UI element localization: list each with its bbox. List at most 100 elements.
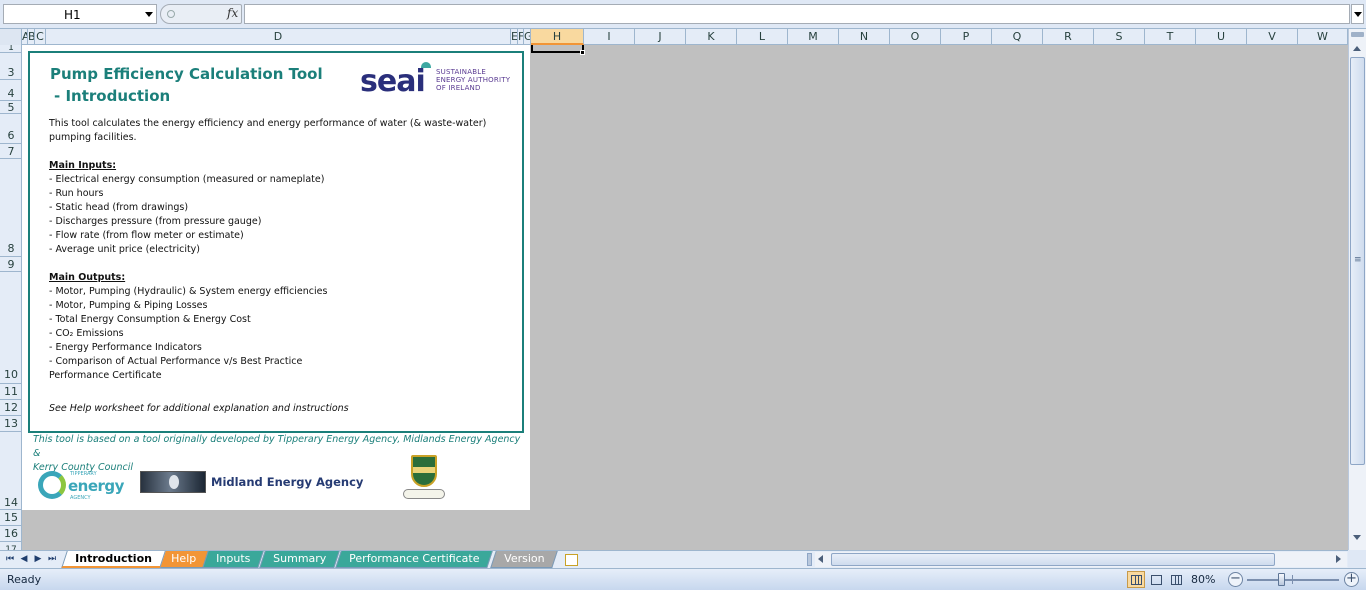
seai-sub-line: OF IRELAND — [436, 84, 481, 92]
column-header-i[interactable]: I — [584, 29, 635, 45]
input-item: - Run hours — [49, 188, 104, 199]
scroll-left-icon[interactable] — [815, 552, 828, 567]
column-header-h[interactable]: H — [531, 29, 584, 45]
row-header[interactable]: 11 — [0, 384, 21, 400]
expand-formula-bar-button[interactable] — [1351, 4, 1364, 24]
row-header[interactable]: 6 — [0, 114, 21, 144]
tab-label: Introduction — [75, 552, 152, 565]
tab-label: Summary — [273, 552, 327, 565]
column-header-s[interactable]: S — [1094, 29, 1145, 45]
zoom-in-button[interactable]: + — [1344, 572, 1359, 587]
tipperary-logo-agency: AGENCY — [70, 495, 91, 501]
zoom-level[interactable]: 80% — [1191, 573, 1215, 586]
column-header-g[interactable]: G — [524, 29, 531, 45]
column-header-p[interactable]: P — [941, 29, 992, 45]
column-header-r[interactable]: R — [1043, 29, 1094, 45]
vertical-scrollbar[interactable] — [1348, 29, 1366, 550]
insert-function-icon[interactable]: fx — [227, 6, 238, 20]
row-header[interactable]: 3 — [0, 53, 21, 80]
previous-sheet-icon[interactable]: ◀ — [18, 553, 30, 566]
row-header[interactable]: 4 — [0, 80, 21, 101]
column-header-d[interactable]: D — [46, 29, 511, 45]
page-layout-icon — [1151, 575, 1162, 585]
row-header[interactable]: 15 — [0, 510, 21, 526]
worksheet-grid[interactable]: Pump Efficiency Calculation Tool - Intro… — [22, 45, 1348, 550]
row-header[interactable]: 13 — [0, 416, 21, 432]
column-header-n[interactable]: N — [839, 29, 890, 45]
row-header[interactable]: 9 — [0, 257, 21, 272]
input-item: - Static head (from drawings) — [49, 202, 189, 213]
scroll-down-icon[interactable] — [1351, 531, 1364, 545]
output-item: - Comparison of Actual Performance v/s B… — [49, 356, 303, 367]
column-header-e[interactable]: E — [511, 29, 518, 45]
formula-bar: H1 fx — [0, 0, 1366, 29]
vertical-scroll-thumb[interactable] — [1350, 57, 1365, 465]
row-header[interactable]: 5 — [0, 101, 21, 114]
column-header-m[interactable]: M — [788, 29, 839, 45]
row-header[interactable]: 8 — [0, 159, 21, 257]
resize-grip-icon[interactable] — [167, 10, 175, 18]
midland-energy-agency-name: Midland Energy Agency — [211, 475, 364, 489]
fill-handle[interactable] — [580, 50, 585, 55]
intro-panel: Pump Efficiency Calculation Tool - Intro… — [28, 51, 524, 433]
tab-label: Performance Certificate — [349, 552, 480, 565]
row-header[interactable]: 17 — [0, 542, 21, 550]
column-header-l[interactable]: L — [737, 29, 788, 45]
tab-version[interactable]: Version — [490, 551, 559, 568]
output-item: Performance Certificate — [49, 370, 162, 381]
scroll-up-icon[interactable] — [1351, 41, 1364, 55]
tab-inputs[interactable]: Inputs — [202, 551, 264, 568]
normal-view-button[interactable] — [1127, 571, 1145, 588]
page-layout-view-button[interactable] — [1147, 571, 1165, 588]
scroll-right-icon[interactable] — [1332, 552, 1345, 567]
row-header[interactable]: 16 — [0, 526, 21, 542]
column-header-q[interactable]: Q — [992, 29, 1043, 45]
zoom-slider-thumb[interactable] — [1278, 573, 1285, 586]
page-break-preview-button[interactable] — [1167, 571, 1185, 588]
row-header[interactable]: 14 — [0, 432, 21, 510]
column-header-o[interactable]: O — [890, 29, 941, 45]
output-item: - Energy Performance Indicators — [49, 342, 202, 353]
tipperary-swirl-icon — [38, 471, 66, 499]
row-header[interactable]: 7 — [0, 144, 21, 159]
row-header[interactable]: 12 — [0, 400, 21, 416]
column-header-j[interactable]: J — [635, 29, 686, 45]
column-header-b[interactable]: B — [28, 29, 35, 45]
tipperary-energy-agency-logo: TIPPERARY energy AGENCY — [38, 469, 124, 503]
row-header[interactable]: 1 — [0, 45, 21, 53]
intro-sheet-area: Pump Efficiency Calculation Tool - Intro… — [22, 45, 530, 510]
column-header-c[interactable]: C — [35, 29, 46, 45]
tab-performance-certificate[interactable]: Performance Certificate — [335, 551, 494, 568]
insert-worksheet-icon[interactable] — [560, 552, 582, 567]
column-header-v[interactable]: V — [1247, 29, 1298, 45]
tab-label: Help — [171, 552, 197, 565]
column-headers: A B C D E F G H I J K L M N O P Q R S T … — [0, 29, 1348, 45]
tab-introduction[interactable]: Introduction — [61, 551, 166, 568]
name-box-dropdown-icon[interactable] — [145, 12, 153, 17]
last-sheet-icon[interactable]: ⏭ — [46, 553, 58, 566]
zoom-out-button[interactable]: − — [1228, 572, 1243, 587]
tab-summary[interactable]: Summary — [259, 551, 340, 568]
select-all-corner[interactable] — [0, 29, 22, 45]
horizontal-scroll-thumb[interactable] — [831, 553, 1275, 566]
seai-sub-line: SUSTAINABLE — [436, 68, 486, 76]
seai-sub-line: ENERGY AUTHORITY — [436, 76, 511, 84]
name-box[interactable]: H1 — [3, 4, 157, 24]
zoom-slider-track[interactable] — [1247, 579, 1339, 581]
next-sheet-icon[interactable]: ▶ — [32, 553, 44, 566]
formula-input[interactable] — [244, 4, 1350, 24]
horizontal-scrollbar[interactable] — [815, 552, 1347, 567]
insert-function-area: fx — [160, 4, 242, 24]
split-box[interactable] — [1351, 32, 1364, 37]
column-header-u[interactable]: U — [1196, 29, 1247, 45]
column-header-t[interactable]: T — [1145, 29, 1196, 45]
row-header[interactable]: 10 — [0, 272, 21, 384]
first-sheet-icon[interactable]: ⏮ — [4, 553, 16, 566]
column-header-k[interactable]: K — [686, 29, 737, 45]
tab-split-handle[interactable] — [807, 553, 812, 566]
crest-scroll — [403, 489, 445, 499]
midland-energy-agency-logo-image — [140, 471, 206, 493]
selected-cell-h1[interactable] — [531, 45, 584, 53]
column-header-w[interactable]: W — [1298, 29, 1348, 45]
output-item: - Motor, Pumping (Hydraulic) & System en… — [49, 286, 328, 297]
